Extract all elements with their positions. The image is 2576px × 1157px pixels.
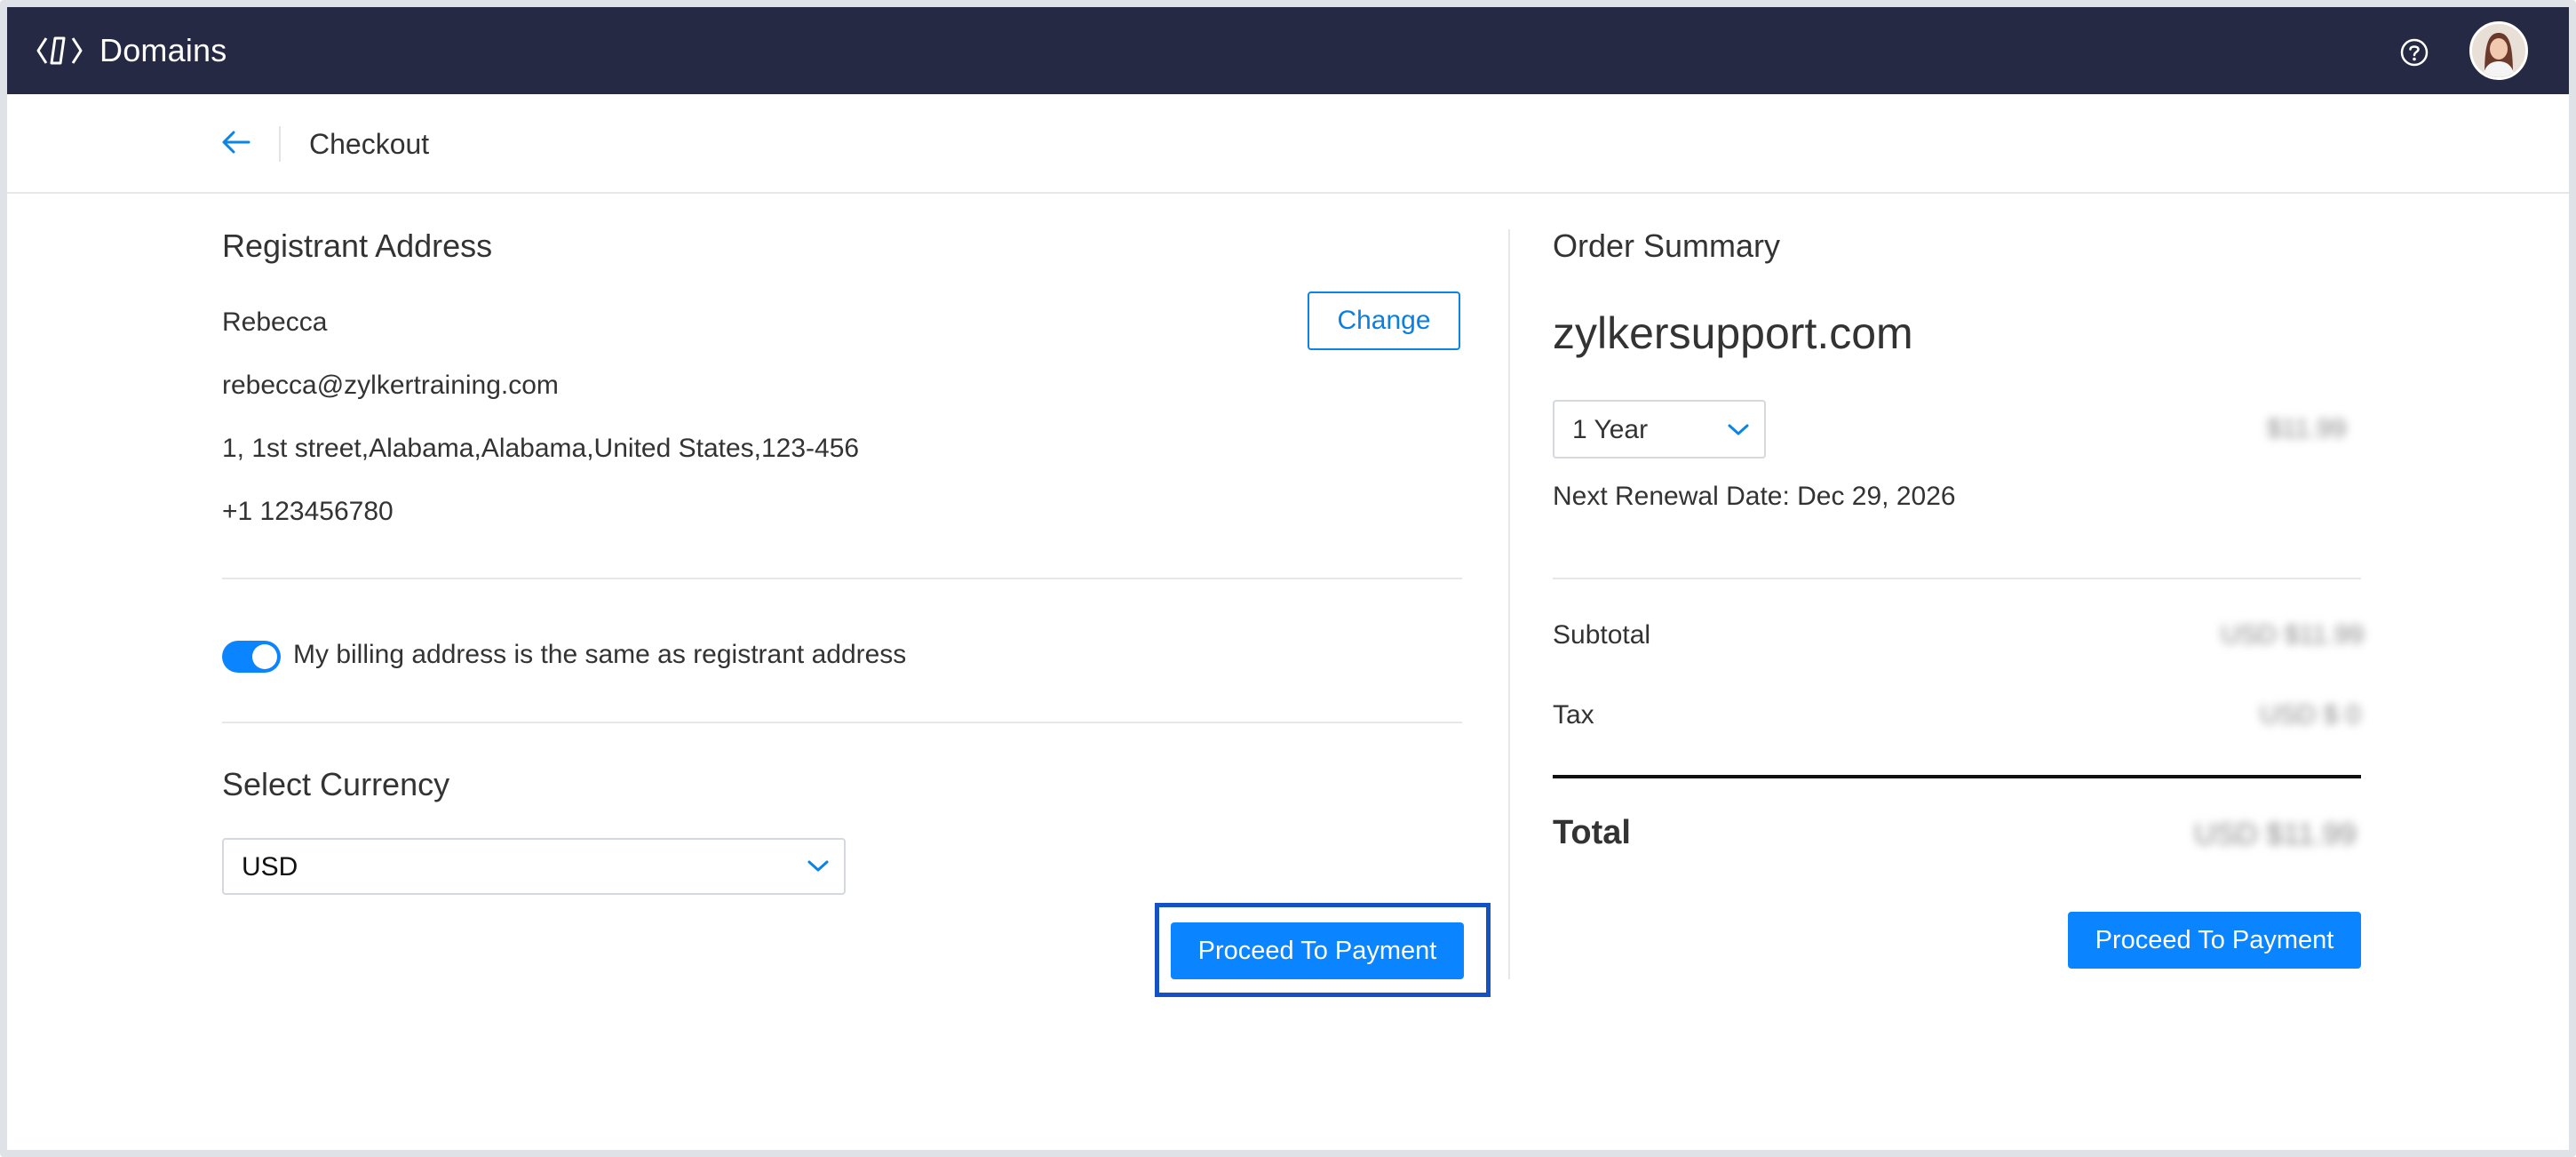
divider bbox=[222, 722, 1462, 723]
billing-same-label: My billing address is the same as regist… bbox=[293, 640, 907, 669]
total-divider bbox=[1553, 775, 2361, 778]
page-title: Checkout bbox=[309, 128, 430, 160]
divider bbox=[1553, 578, 2361, 579]
order-summary-heading: Order Summary bbox=[1553, 227, 1781, 264]
column-divider bbox=[1508, 229, 1510, 979]
brand[interactable]: Domains bbox=[36, 7, 227, 94]
order-proceed-to-payment-button[interactable]: Proceed To Payment bbox=[2068, 912, 2361, 969]
currency-select[interactable]: USD bbox=[222, 838, 846, 895]
toggle-knob bbox=[252, 644, 277, 669]
registrant-heading: Registrant Address bbox=[222, 227, 493, 264]
term-price: $11.99 bbox=[2267, 414, 2347, 443]
chevron-down-icon bbox=[807, 860, 829, 872]
divider bbox=[222, 578, 1462, 579]
change-address-button[interactable]: Change bbox=[1308, 291, 1460, 350]
total-value: USD $11.99 bbox=[2194, 818, 2357, 851]
page-header: Checkout bbox=[7, 94, 2569, 194]
domain-name: zylkersupport.com bbox=[1553, 308, 1913, 358]
term-selected-value: 1 Year bbox=[1572, 415, 1649, 444]
help-icon[interactable] bbox=[2399, 37, 2429, 68]
tax-label: Tax bbox=[1553, 700, 1594, 730]
currency-heading: Select Currency bbox=[222, 766, 450, 802]
registrant-address: 1, 1st street,Alabama,Alabama,United Sta… bbox=[222, 434, 860, 463]
term-select[interactable]: 1 Year bbox=[1553, 400, 1766, 459]
app-name: Domains bbox=[99, 32, 227, 68]
registrant-email: rebecca@zylkertraining.com bbox=[222, 371, 559, 400]
header-divider bbox=[279, 126, 281, 162]
registrant-phone: +1 123456780 bbox=[222, 497, 394, 526]
chevron-down-icon bbox=[1728, 424, 1749, 435]
registrant-name: Rebecca bbox=[222, 307, 328, 337]
domains-logo-icon bbox=[36, 36, 83, 65]
avatar-image bbox=[2472, 24, 2525, 77]
currency-selected-value: USD bbox=[242, 852, 298, 882]
subtotal-value: USD $11.99 bbox=[2221, 620, 2365, 650]
tax-value: USD $ 0 bbox=[2260, 700, 2361, 730]
back-arrow-icon[interactable] bbox=[220, 126, 252, 158]
proceed-to-payment-button[interactable]: Proceed To Payment bbox=[1171, 922, 1464, 979]
billing-same-toggle[interactable] bbox=[222, 641, 281, 673]
total-label: Total bbox=[1553, 814, 1631, 851]
top-bar: Domains bbox=[7, 7, 2569, 94]
app-window: Domains Checkout Registrant Address Rebe… bbox=[0, 0, 2576, 1157]
user-avatar[interactable] bbox=[2469, 21, 2528, 80]
subtotal-label: Subtotal bbox=[1553, 620, 1651, 650]
next-renewal-date: Next Renewal Date: Dec 29, 2026 bbox=[1553, 482, 1956, 511]
